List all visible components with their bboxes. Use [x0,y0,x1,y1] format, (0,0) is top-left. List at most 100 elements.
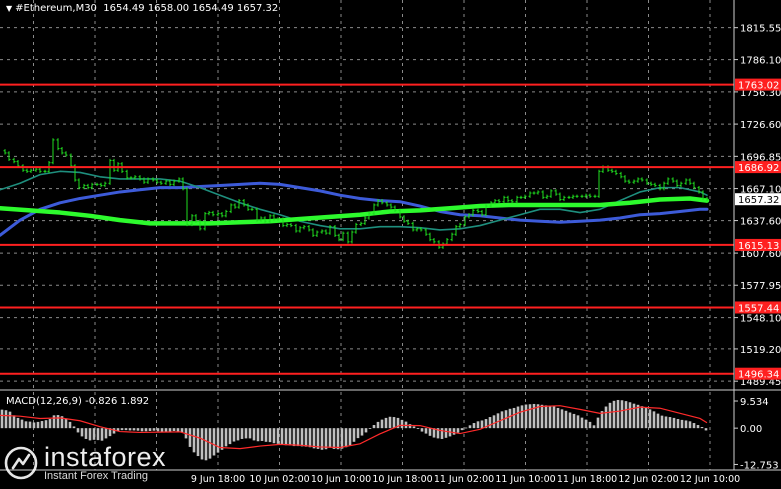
macd-bar [128,428,132,431]
time-tick-label: 12 Jun 02:00 [618,474,678,485]
macd-bar [4,410,8,429]
macd-bar [364,428,368,433]
macd-title: MACD(12,26,9) -0.826 1.892 [6,396,150,407]
macd-bar [688,421,692,429]
macd-bar [216,428,220,453]
macd-bar [656,413,660,429]
macd-bar [52,415,56,429]
macd-bar [228,428,232,445]
price-tick-label: 1786.10 [740,56,781,67]
macd-bar [480,420,484,429]
macd-bar [224,428,228,447]
macd-bar [252,428,256,441]
macd-bar [684,420,688,429]
macd-bar [584,419,588,429]
macd-bar [520,405,524,429]
macd-bar [316,428,320,449]
macd-bar [100,428,104,441]
macd-bar [628,402,632,429]
macd-bar [468,425,472,429]
macd-bar [264,428,268,442]
macd-bar [256,428,260,442]
macd-bar [596,417,600,429]
macd-bar [64,418,68,429]
macd-bar [48,419,52,429]
macd-bar [640,406,644,429]
macd-bar [524,404,528,429]
macd-bar [268,428,272,443]
macd-bar [344,428,348,448]
macd-bar [276,428,280,444]
time-tick-label: 11 Jun 02:00 [434,474,494,485]
macd-bar [424,428,428,434]
price-tick-label: 1815.55 [740,24,781,35]
macd-bar [412,426,416,429]
macd-bar [376,421,380,429]
time-tick-label: 11 Jun 10:00 [495,474,555,485]
macd-bar [160,428,164,432]
macd-bar [300,428,304,447]
instaforex-logo: instaforex Instant Forex Trading [4,444,166,482]
macd-bar [212,428,216,456]
macd-bar [296,428,300,447]
macd-bar [352,428,356,442]
macd-bar [16,417,20,429]
macd-bar [548,405,552,429]
macd-bar [248,428,252,439]
macd-bar [700,427,704,429]
macd-bar [552,406,556,429]
macd-bar [384,417,388,429]
level-label: 1686.92 [738,163,779,174]
macd-bar [460,428,464,431]
macd-bar [304,428,308,447]
macd-bar [588,421,592,429]
time-tick-label: 11 Jun 18:00 [557,474,617,485]
macd-bar [168,428,172,432]
macd-bar [616,399,620,429]
current-price-label: 1657.32 [738,195,779,206]
macd-tick-label: -12.753 [740,460,779,471]
macd-bar [652,411,656,429]
brand-name: instaforex [44,442,167,472]
macd-bar [72,426,76,429]
macd-bar [88,428,92,441]
symbol-dropdown-icon[interactable]: ▼ [6,4,12,13]
macd-bar [580,417,584,429]
macd-bar [492,415,496,429]
macd-bar [32,422,36,429]
macd-bar [356,428,360,439]
macd-bar [696,425,700,429]
macd-bar [312,428,316,449]
macd-bar [676,419,680,429]
macd-bar [12,415,16,429]
macd-bar [648,409,652,429]
macd-bar [660,415,664,429]
macd-bar [148,428,152,431]
macd-bar [416,428,420,430]
macd-bar [292,428,296,447]
trading-chart[interactable]: 1815.551786.101756.301726.601696.851667.… [0,0,781,489]
macd-bar [420,428,424,432]
macd-bar [140,428,144,432]
macd-bar [28,421,32,429]
macd-bar [544,405,548,429]
macd-bar [204,428,208,461]
macd-tick-label: 0.00 [740,424,762,435]
macd-bar [508,408,512,429]
macd-bar [624,401,628,429]
macd-bar [440,428,444,439]
macd-bar [92,428,96,440]
macd-bar [136,428,140,431]
macd-bar [156,428,160,432]
macd-bar [428,428,432,436]
time-tick-label: 10 Jun 10:00 [311,474,371,485]
macd-bar [348,428,352,446]
chart-title: ▼ #Ethereum,M30 1654.49 1658.00 1654.49 1… [6,3,278,14]
macd-bar [244,428,248,439]
macd-bar [368,428,372,430]
macd-bar [464,427,468,429]
macd-bar [36,421,40,429]
time-tick-label: 10 Jun 02:00 [249,474,309,485]
level-label: 1557.44 [738,303,779,314]
macd-bar [164,428,168,432]
